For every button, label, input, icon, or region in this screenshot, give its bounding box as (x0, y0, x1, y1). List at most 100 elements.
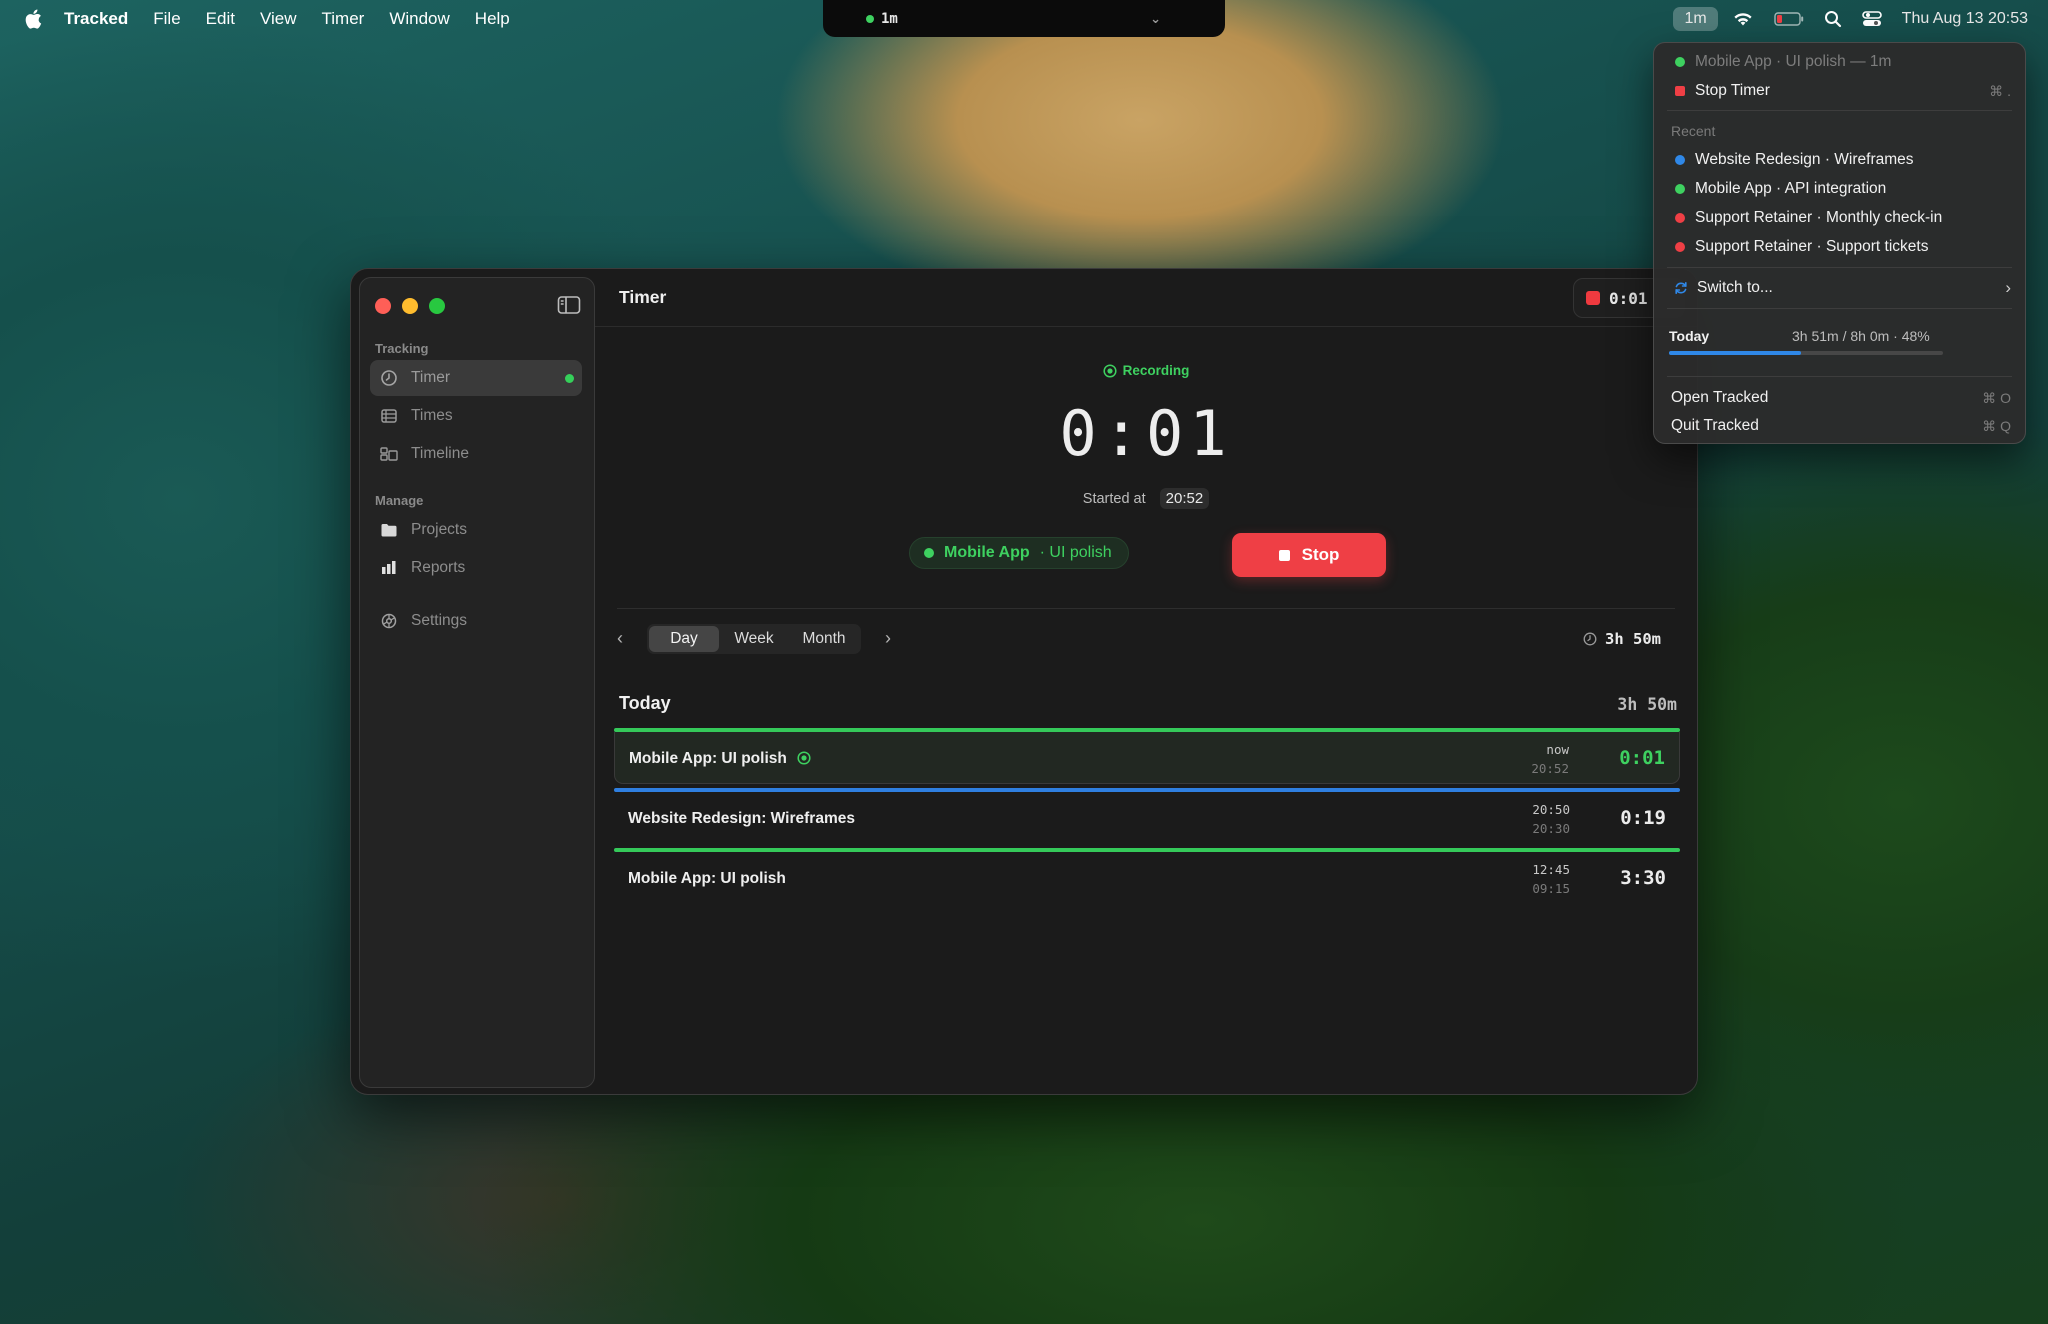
tracked-window: Tracking Timer Times Timeline Manage Pro… (350, 268, 1698, 1095)
menu-help[interactable]: Help (475, 9, 510, 29)
started-time[interactable]: 20:52 (1159, 488, 1210, 509)
minimize-button[interactable] (402, 298, 418, 314)
time-entry[interactable]: Mobile App: UI polish 12:45 09:15 3:30 (614, 848, 1680, 904)
current-project-chip[interactable]: Mobile App · UI polish (909, 537, 1129, 569)
folder-icon (381, 524, 397, 537)
range-navigation: ‹ Day Week Month › 3h 50m (595, 622, 1697, 656)
recent-menu-item[interactable]: Support Retainer · Support tickets (1654, 234, 2025, 260)
stop-timer-label: Stop Timer (1695, 82, 1770, 99)
record-icon (797, 751, 811, 765)
sidebar-item-times[interactable]: Times (370, 398, 582, 434)
apple-icon[interactable] (24, 9, 42, 29)
entry-end: 12:45 (1532, 862, 1570, 877)
recent-label-text: Support Retainer · Support tickets (1695, 238, 1929, 255)
sidebar-item-label: Projects (411, 521, 467, 538)
menu-view[interactable]: View (260, 9, 297, 29)
chevron-right-icon[interactable]: › (885, 628, 905, 648)
chevron-down-icon[interactable]: ⌄ (1150, 11, 1161, 27)
toolbar-elapsed: 0:01 (1609, 288, 1648, 308)
recent-menu-item[interactable]: Support Retainer · Monthly check-in (1654, 205, 2025, 231)
time-entry[interactable]: Mobile App: UI polish now 20:52 0:01 (614, 728, 1680, 784)
close-button[interactable] (375, 298, 391, 314)
entry-times: 12:45 09:15 (1532, 860, 1570, 898)
sidebar-toggle-icon[interactable] (557, 295, 581, 315)
entry-title: Website Redesign: Wireframes (628, 810, 855, 827)
main-content: Timer 0:01 Recording 0:01 Started at 20:5… (595, 269, 1697, 1094)
zoom-button[interactable] (429, 298, 445, 314)
project-color-dot (1675, 213, 1685, 223)
sidebar-item-reports[interactable]: Reports (370, 550, 582, 586)
stop-square-icon (1586, 291, 1600, 305)
range-week[interactable]: Week (719, 626, 789, 652)
entry-start: 20:30 (1532, 821, 1570, 836)
recent-label: Recent (1671, 123, 1716, 139)
title-bar: Timer 0:01 (595, 269, 1697, 327)
range-total: 3h 50m (1583, 630, 1661, 648)
stop-button[interactable]: Stop (1232, 533, 1386, 577)
sidebar-item-label: Reports (411, 559, 466, 576)
list-icon (381, 409, 397, 423)
recent-menu-item[interactable]: Website Redesign · Wireframes (1654, 147, 2025, 173)
menu-file[interactable]: File (153, 9, 180, 29)
day-total: 3h 50m (1617, 695, 1677, 714)
entry-end: now (1546, 742, 1569, 757)
switch-to-menu-item[interactable]: Switch to... › (1654, 275, 2025, 301)
sidebar-item-projects[interactable]: Projects (370, 512, 582, 548)
sidebar-item-timer[interactable]: Timer (370, 360, 582, 396)
divider (617, 608, 1675, 609)
recording-label: Recording (1122, 363, 1190, 378)
entry-times: 20:50 20:30 (1532, 800, 1570, 838)
project-color-dot (1675, 184, 1685, 194)
record-icon (1103, 364, 1117, 378)
recent-menu-item[interactable]: Mobile App · API integration (1654, 176, 2025, 202)
current-timer-item: Mobile App · UI polish — 1m (1654, 49, 2025, 75)
control-center-icon[interactable] (1861, 10, 1882, 28)
tracked-status-item[interactable]: 1m (1673, 7, 1718, 31)
menu-separator (1667, 110, 2012, 111)
range-month[interactable]: Month (789, 626, 859, 652)
entry-title: Mobile App: UI polish (628, 870, 786, 887)
shortcut: ⌘ . (1989, 82, 2011, 99)
range-total-value: 3h 50m (1605, 630, 1661, 648)
project-color-dot (1675, 242, 1685, 252)
quit-tracked-label: Quit Tracked (1671, 417, 1759, 434)
sidebar-item-timeline[interactable]: Timeline (370, 436, 582, 472)
notch-timer[interactable]: 1m ⌄ (823, 0, 1225, 37)
search-icon[interactable] (1824, 10, 1842, 28)
menu-separator (1667, 376, 2012, 377)
open-tracked-label: Open Tracked (1671, 389, 1769, 406)
gear-icon (381, 613, 397, 629)
open-tracked-menu-item[interactable]: Open Tracked ⌘ O (1654, 385, 2025, 411)
task-name: · UI polish (1039, 544, 1112, 561)
sidebar-item-label: Timeline (411, 445, 469, 462)
menubar-clock[interactable]: Thu Aug 13 20:53 (1902, 10, 2028, 28)
menu-edit[interactable]: Edit (206, 9, 235, 29)
switch-to-label: Switch to... (1697, 279, 1773, 296)
sidebar-item-settings[interactable]: Settings (370, 603, 582, 639)
quit-tracked-menu-item[interactable]: Quit Tracked ⌘ Q (1654, 413, 2025, 439)
app-menu[interactable]: Tracked (64, 9, 128, 29)
menu-window[interactable]: Window (389, 9, 449, 29)
project-name: Mobile App (944, 544, 1030, 561)
switch-icon (1675, 282, 1687, 294)
wifi-icon[interactable] (1732, 10, 1754, 28)
menu-timer[interactable]: Timer (322, 9, 365, 29)
menu-separator (1667, 308, 2012, 309)
started-label: Started at (1082, 491, 1146, 507)
battery-icon[interactable] (1773, 10, 1804, 28)
stop-icon (1675, 86, 1685, 96)
sidebar-item-label: Timer (411, 369, 451, 386)
recording-status: Recording (595, 363, 1697, 378)
tracked-status-menu: Mobile App · UI polish — 1m Stop Timer ⌘… (1653, 42, 2026, 444)
entry-start: 09:15 (1532, 881, 1570, 896)
chevron-left-icon[interactable]: ‹ (617, 628, 637, 648)
live-dot (866, 14, 874, 23)
entry-title: Mobile App: UI polish (629, 750, 811, 768)
elapsed-timer: 0:01 (1059, 397, 1233, 470)
stop-timer-menu-item[interactable]: Stop Timer ⌘ . (1654, 78, 2025, 104)
range-day[interactable]: Day (649, 626, 719, 652)
notch-elapsed: 1m (881, 10, 898, 27)
recent-label-text: Support Retainer · Monthly check-in (1695, 209, 1943, 226)
time-entry[interactable]: Website Redesign: Wireframes 20:50 20:30… (614, 788, 1680, 844)
recent-label-text: Website Redesign · Wireframes (1695, 151, 1914, 168)
